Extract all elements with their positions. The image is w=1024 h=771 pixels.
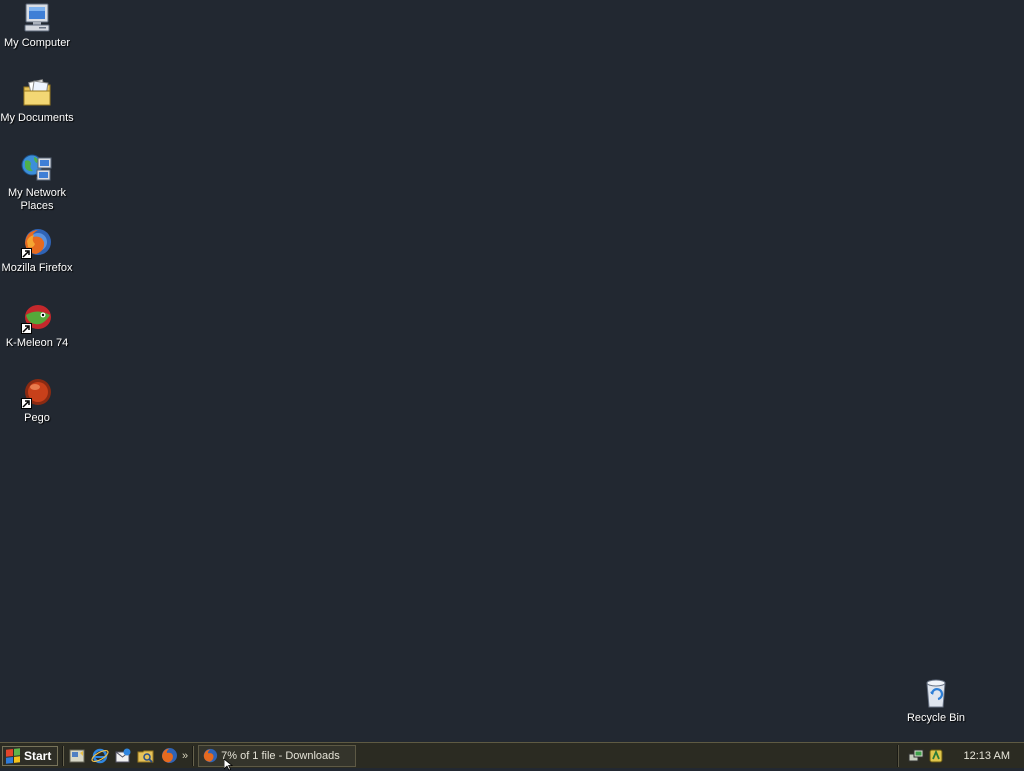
pego-icon	[21, 377, 53, 409]
desktop[interactable]: My Computer My Documents My Network Plac…	[0, 0, 1024, 742]
system-tray: 12:13 AM	[896, 744, 1024, 767]
k-meleon-icon	[21, 302, 53, 334]
desktop-icon-label: Mozilla Firefox	[1, 262, 73, 274]
taskbar-button-downloads[interactable]: 7% of 1 file - Downloads	[198, 744, 357, 767]
desktop-icon-my-network-places[interactable]: My Network Places	[0, 152, 74, 213]
show-desktop-icon[interactable]	[68, 747, 86, 765]
taskbar-button-label: 7% of 1 file - Downloads	[221, 749, 340, 762]
recycle-bin-icon	[920, 677, 952, 709]
desktop-icon-mozilla-firefox[interactable]: Mozilla Firefox	[0, 227, 74, 275]
desktop-icon-recycle-bin[interactable]: Recycle Bin	[899, 677, 973, 725]
windows-flag-icon	[6, 747, 20, 764]
firefox-icon[interactable]	[160, 747, 178, 765]
desktop-icon-my-computer[interactable]: My Computer	[0, 2, 74, 50]
shortcut-arrow-icon	[21, 398, 32, 409]
firefox-icon	[202, 748, 218, 764]
my-network-places-icon	[21, 152, 53, 184]
start-label: Start	[24, 748, 52, 763]
desktop-icon-label: K-Meleon 74	[5, 337, 69, 349]
taskbar-separator	[62, 745, 64, 766]
network-icon[interactable]	[908, 748, 924, 764]
desktop-icon-label: Pego	[24, 412, 50, 424]
quick-launch-overflow-button[interactable]: »	[182, 750, 188, 762]
start-button[interactable]: Start	[2, 745, 58, 766]
desktop-icon-label: My Documents	[0, 112, 74, 124]
desktop-icon-label: My Network Places	[7, 187, 67, 212]
outlook-express-icon[interactable]	[114, 747, 132, 765]
desktop-icon-label: Recycle Bin	[906, 712, 966, 724]
shortcut-arrow-icon	[21, 248, 32, 259]
tray-app-icon[interactable]	[928, 748, 944, 764]
internet-explorer-icon[interactable]	[91, 747, 109, 765]
desktop-icon-pego[interactable]: Pego	[0, 377, 74, 425]
my-computer-icon	[21, 2, 53, 34]
taskbar-separator	[192, 745, 195, 766]
quick-launch	[68, 747, 178, 765]
taskbar: Start » 7% of 1 file - Downloads 12:13 A…	[0, 742, 1024, 768]
clock[interactable]: 12:13 AM	[964, 750, 1010, 762]
shortcut-arrow-icon	[21, 323, 32, 334]
desktop-icon-label: My Computer	[3, 37, 71, 49]
my-documents-icon	[21, 77, 53, 109]
firefox-icon	[21, 227, 53, 259]
windows-explorer-icon[interactable]	[137, 747, 155, 765]
desktop-icon-my-documents[interactable]: My Documents	[0, 77, 74, 125]
desktop-icon-k-meleon[interactable]: K-Meleon 74	[0, 302, 74, 350]
